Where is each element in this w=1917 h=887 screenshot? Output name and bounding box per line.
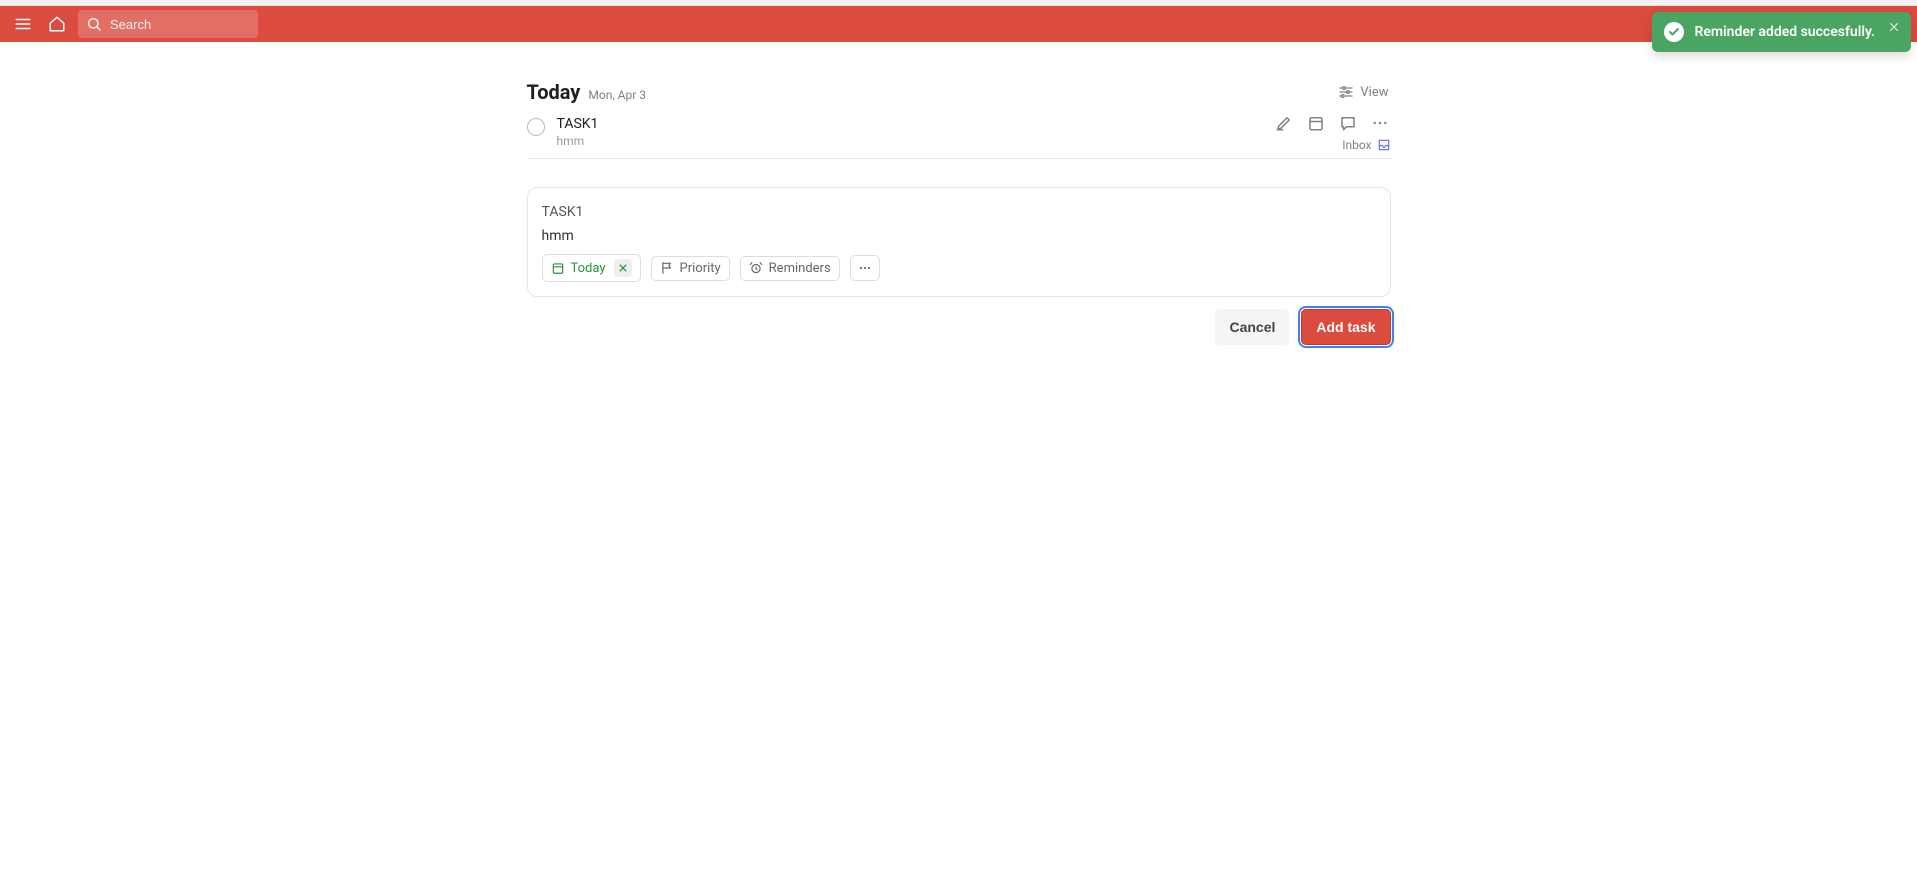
- comment-icon: [1339, 114, 1357, 132]
- due-date-chip[interactable]: Today: [542, 254, 641, 282]
- home-button[interactable]: [44, 11, 70, 37]
- add-task-button[interactable]: Add task: [1301, 309, 1390, 345]
- search-input[interactable]: [108, 16, 250, 33]
- task-checkbox[interactable]: [527, 118, 545, 136]
- hamburger-icon: [14, 15, 32, 33]
- main-content: Today Mon, Apr 3 View TASK1 hmm: [527, 42, 1391, 345]
- sliders-icon: [1338, 84, 1354, 100]
- priority-chip[interactable]: Priority: [651, 256, 730, 281]
- home-icon: [48, 15, 66, 33]
- task-body: TASK1 hmm: [557, 116, 1391, 148]
- menu-button[interactable]: [10, 11, 36, 37]
- toast-close-button[interactable]: [1885, 18, 1903, 36]
- task-actions: [1273, 112, 1391, 134]
- inbox-icon: [1377, 138, 1391, 152]
- task-project[interactable]: Inbox: [1342, 138, 1390, 152]
- page-header: Today Mon, Apr 3 View: [527, 80, 1391, 104]
- task-description: hmm: [557, 134, 1391, 148]
- check-circle-icon: [1664, 22, 1684, 42]
- flag-icon: [660, 261, 674, 275]
- priority-label: Priority: [680, 261, 721, 276]
- edit-task-button[interactable]: [1273, 112, 1295, 134]
- reminders-chip[interactable]: Reminders: [740, 256, 840, 281]
- more-horizontal-icon: [857, 260, 873, 276]
- clear-due-date-button[interactable]: [614, 259, 632, 277]
- editor-title-input[interactable]: TASK1: [542, 200, 1376, 224]
- more-task-button[interactable]: [1369, 112, 1391, 134]
- editor-description-input[interactable]: hmm: [542, 224, 1376, 254]
- schedule-task-button[interactable]: [1305, 112, 1327, 134]
- cancel-button[interactable]: Cancel: [1215, 309, 1289, 345]
- close-icon: [1888, 21, 1900, 33]
- calendar-small-icon: [551, 261, 565, 275]
- x-icon: [618, 263, 628, 273]
- task-row[interactable]: TASK1 hmm: [527, 108, 1391, 159]
- search-box[interactable]: [78, 10, 258, 38]
- page-title: Today Mon, Apr 3: [527, 80, 647, 104]
- view-button[interactable]: View: [1336, 80, 1390, 104]
- task-project-label: Inbox: [1342, 138, 1371, 152]
- due-date-label: Today: [571, 261, 606, 276]
- more-horizontal-icon: [1371, 114, 1389, 132]
- alarm-icon: [749, 261, 763, 275]
- comment-task-button[interactable]: [1337, 112, 1359, 134]
- view-label: View: [1360, 85, 1388, 100]
- reminders-label: Reminders: [769, 261, 831, 276]
- more-options-chip[interactable]: [850, 255, 880, 281]
- editor-chips-row: Today Priority Reminders: [542, 254, 1376, 282]
- app-header: [0, 6, 1917, 42]
- page-title-text: Today: [527, 80, 581, 104]
- pencil-icon: [1275, 114, 1293, 132]
- task-title: TASK1: [557, 116, 1391, 132]
- search-icon: [86, 16, 102, 32]
- toast-notification: Reminder added succesfully.: [1652, 12, 1911, 52]
- task-editor: TASK1 hmm Today Priority: [527, 187, 1391, 297]
- editor-footer: Cancel Add task: [527, 309, 1391, 345]
- page-date: Mon, Apr 3: [588, 88, 646, 102]
- calendar-icon: [1307, 114, 1325, 132]
- toast-message: Reminder added succesfully.: [1694, 24, 1875, 40]
